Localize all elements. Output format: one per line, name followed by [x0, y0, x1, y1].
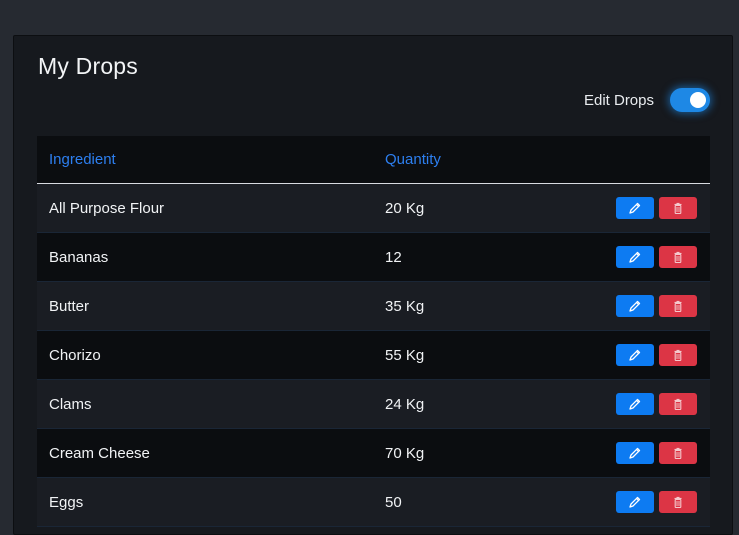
drops-card: My Drops Edit Drops Ingredient Quantity …	[13, 35, 733, 535]
delete-button[interactable]	[659, 491, 697, 513]
header-ingredient: Ingredient	[49, 151, 116, 168]
edit-button[interactable]	[616, 197, 654, 219]
table-row: Clams 24 Kg	[37, 380, 710, 429]
edit-drops-control: Edit Drops	[584, 88, 710, 112]
trash-icon	[672, 496, 684, 509]
table-row: Cream Cheese 70 Kg	[37, 429, 710, 478]
ingredient-cell: Eggs	[49, 493, 84, 511]
trash-icon	[672, 251, 684, 264]
quantity-cell: 24 Kg	[385, 395, 425, 413]
delete-button[interactable]	[659, 344, 697, 366]
pencil-icon	[628, 397, 642, 411]
ingredient-cell: Clams	[49, 395, 92, 413]
ingredient-cell: All Purpose Flour	[49, 199, 165, 217]
table-header: Ingredient Quantity	[37, 136, 710, 184]
pencil-icon	[628, 299, 642, 313]
edit-button[interactable]	[616, 295, 654, 317]
quantity-cell: 35 Kg	[385, 297, 425, 315]
edit-button[interactable]	[616, 393, 654, 415]
table-row: Chorizo 55 Kg	[37, 331, 710, 380]
row-actions	[616, 295, 697, 317]
header-quantity: Quantity	[385, 151, 441, 168]
edit-drops-toggle[interactable]	[670, 88, 710, 112]
pencil-icon	[628, 201, 642, 215]
row-actions	[616, 393, 697, 415]
row-actions	[616, 442, 697, 464]
pencil-icon	[628, 250, 642, 264]
table-row: Butter 35 Kg	[37, 282, 710, 331]
drops-table: Ingredient Quantity All Purpose Flour 20…	[37, 136, 710, 527]
quantity-cell: 12	[385, 248, 402, 266]
edit-button[interactable]	[616, 344, 654, 366]
pencil-icon	[628, 495, 642, 509]
row-actions	[616, 344, 697, 366]
quantity-cell: 50	[385, 493, 402, 511]
ingredient-cell: Butter	[49, 297, 90, 315]
pencil-icon	[628, 446, 642, 460]
table-row: Bananas 12	[37, 233, 710, 282]
quantity-cell: 20 Kg	[385, 199, 425, 217]
delete-button[interactable]	[659, 393, 697, 415]
trash-icon	[672, 300, 684, 313]
trash-icon	[672, 349, 684, 362]
trash-icon	[672, 447, 684, 460]
row-actions	[616, 491, 697, 513]
table-row: Eggs 50	[37, 478, 710, 527]
ingredient-cell: Chorizo	[49, 346, 101, 364]
row-actions	[616, 246, 697, 268]
delete-button[interactable]	[659, 197, 697, 219]
row-actions	[616, 197, 697, 219]
table-row: All Purpose Flour 20 Kg	[37, 184, 710, 233]
quantity-cell: 70 Kg	[385, 444, 425, 462]
trash-icon	[672, 202, 684, 215]
edit-button[interactable]	[616, 491, 654, 513]
edit-button[interactable]	[616, 442, 654, 464]
pencil-icon	[628, 348, 642, 362]
edit-drops-label: Edit Drops	[583, 91, 654, 109]
delete-button[interactable]	[659, 442, 697, 464]
delete-button[interactable]	[659, 295, 697, 317]
toggle-knob	[690, 92, 706, 108]
delete-button[interactable]	[659, 246, 697, 268]
edit-button[interactable]	[616, 246, 654, 268]
ingredient-cell: Cream Cheese	[49, 444, 150, 462]
page-title: My Drops	[38, 53, 139, 79]
ingredient-cell: Bananas	[49, 248, 109, 266]
table-body: All Purpose Flour 20 Kg Bananas 12 Butte…	[37, 184, 710, 527]
quantity-cell: 55 Kg	[385, 346, 425, 364]
trash-icon	[672, 398, 684, 411]
